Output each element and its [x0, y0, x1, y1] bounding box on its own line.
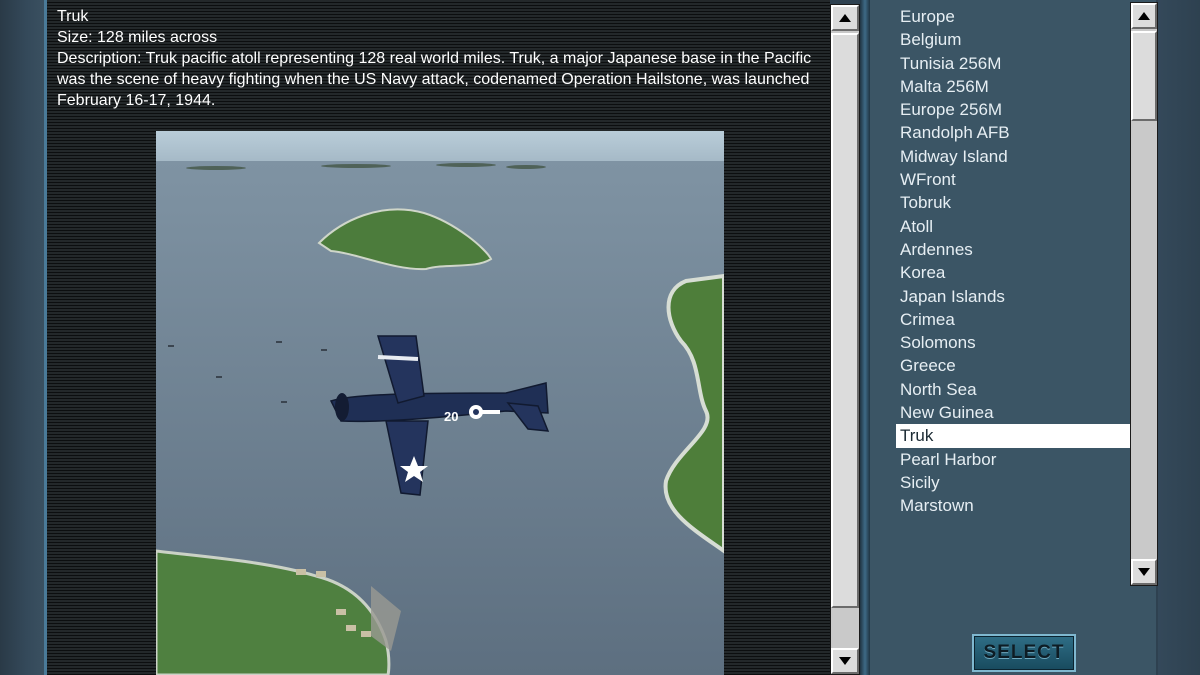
map-list-item[interactable]: Midway Island [896, 145, 1130, 168]
map-list-item[interactable]: Randolph AFB [896, 121, 1130, 144]
map-list: Europe Belgium Tunisia 256M Malta 256M E… [896, 5, 1130, 518]
map-list-item[interactable]: Ardennes [896, 238, 1130, 261]
map-list-item[interactable]: New Guinea [896, 401, 1130, 424]
map-list-item[interactable]: North Sea [896, 378, 1130, 401]
map-list-item[interactable]: Europe 256M [896, 98, 1130, 121]
map-list-item[interactable]: Sicily [896, 471, 1130, 494]
arrow-down-icon [1138, 568, 1150, 576]
map-list-scroll-down-button[interactable] [1131, 559, 1157, 585]
map-description: Description: Truk pacific atoll represen… [57, 50, 812, 109]
map-list-item[interactable]: Atoll [896, 215, 1130, 238]
description-scroll-thumb[interactable] [831, 33, 859, 608]
panel-divider [860, 0, 870, 675]
map-list-item[interactable]: WFront [896, 168, 1130, 191]
left-margin [0, 0, 44, 675]
map-list-item[interactable]: Korea [896, 261, 1130, 284]
map-list-item[interactable]: Tunisia 256M [896, 52, 1130, 75]
description-scroll-down-button[interactable] [831, 648, 859, 674]
map-list-item[interactable]: Belgium [896, 28, 1130, 51]
arrow-up-icon [1138, 12, 1150, 20]
map-list-item[interactable]: Europe [896, 5, 1130, 28]
map-description-panel: Truk Size: 128 miles across Description:… [44, 0, 830, 675]
map-list-scrollbar[interactable] [1130, 2, 1158, 586]
map-list-scroll-thumb[interactable] [1131, 31, 1157, 121]
map-list-scroll-up-button[interactable] [1131, 3, 1157, 29]
map-list-item-selected[interactable]: Truk [896, 424, 1130, 448]
map-list-item[interactable]: Solomons [896, 331, 1130, 354]
right-margin [1158, 0, 1200, 675]
map-list-item[interactable]: Japan Islands [896, 285, 1130, 308]
map-list-item[interactable]: Pearl Harbor [896, 448, 1130, 471]
map-preview-image: 20 [156, 131, 724, 675]
description-scrollbar[interactable] [830, 4, 860, 675]
map-list-item[interactable]: Tobruk [896, 191, 1130, 214]
map-list-item[interactable]: Crimea [896, 308, 1130, 331]
arrow-up-icon [839, 14, 851, 22]
select-button[interactable]: SELECT [972, 634, 1076, 672]
map-list-item[interactable]: Malta 256M [896, 75, 1130, 98]
plane-marking: 20 [444, 409, 458, 424]
description-scroll-up-button[interactable] [831, 5, 859, 31]
arrow-down-icon [839, 657, 851, 665]
description-text: Truk Size: 128 miles across Description:… [57, 6, 827, 111]
map-list-item[interactable]: Marstown [896, 494, 1130, 517]
map-size: Size: 128 miles across [57, 29, 218, 46]
map-title: Truk [57, 8, 89, 25]
map-list-item[interactable]: Greece [896, 354, 1130, 377]
